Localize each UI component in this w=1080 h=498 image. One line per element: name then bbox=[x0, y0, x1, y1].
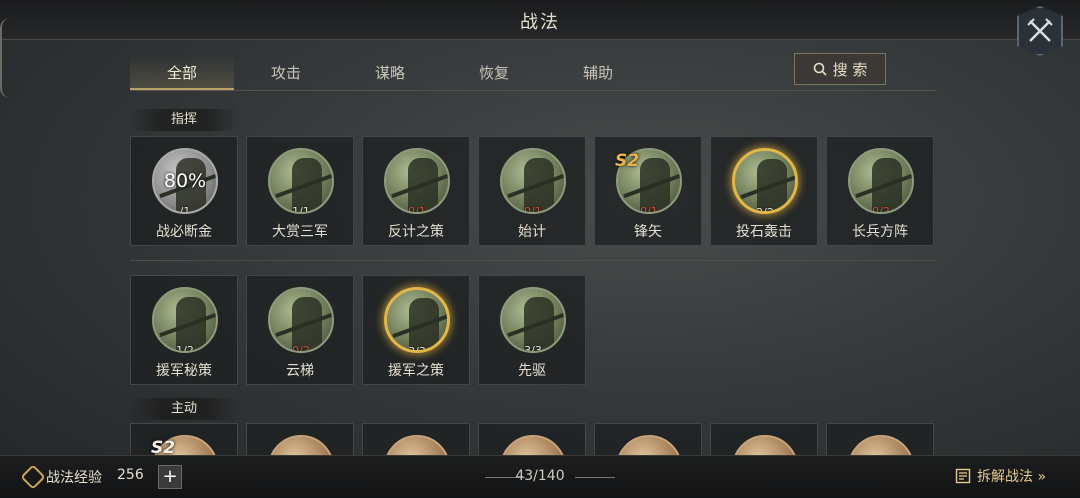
title-bar: 战法 bbox=[0, 0, 1080, 40]
skill-portrait: 0/2 bbox=[268, 287, 334, 353]
skill-portrait: 3/3 bbox=[500, 287, 566, 353]
skill-exp-value: 256 bbox=[117, 467, 144, 483]
page-indicator: 43/140 bbox=[515, 468, 565, 484]
skill-card[interactable]: 0/2 云梯 bbox=[246, 275, 354, 385]
tab-strategy[interactable]: 谋略 bbox=[338, 56, 442, 90]
skill-portrait: 0/2 bbox=[848, 148, 914, 214]
pager-line-right bbox=[575, 477, 615, 478]
skill-count: 1/2 bbox=[176, 344, 194, 353]
dismantle-label: 拆解战法 » bbox=[977, 469, 1047, 485]
skill-card[interactable]: 80% /1 战必断金 bbox=[130, 136, 238, 246]
row-divider bbox=[130, 260, 936, 261]
close-button[interactable] bbox=[1017, 6, 1063, 56]
skill-portrait: 3/3 bbox=[384, 287, 450, 353]
skill-name: 援军秘策 bbox=[156, 363, 212, 379]
list-icon bbox=[955, 468, 971, 484]
search-icon bbox=[813, 62, 827, 76]
skill-name: 援军之策 bbox=[388, 363, 444, 379]
search-label: 搜 索 bbox=[832, 60, 868, 79]
tabs-divider bbox=[130, 90, 936, 91]
skill-name: 锋矢 bbox=[634, 224, 662, 240]
skill-name: 战必断金 bbox=[156, 224, 212, 240]
crossed-swords-icon bbox=[1027, 18, 1053, 42]
skill-portrait: 0/1 bbox=[384, 148, 450, 214]
skill-card[interactable]: 0/1 反计之策 bbox=[362, 136, 470, 246]
tab-recovery[interactable]: 恢复 bbox=[442, 56, 546, 90]
skill-count: 2/2 bbox=[756, 206, 774, 214]
skill-name: 长兵方阵 bbox=[852, 224, 908, 240]
window-title: 战法 bbox=[520, 12, 560, 33]
skill-name: 投石轰击 bbox=[736, 224, 792, 240]
skill-card[interactable]: 1/1 大赏三军 bbox=[246, 136, 354, 246]
skill-count: 3/3 bbox=[524, 344, 542, 353]
skill-name: 反计之策 bbox=[388, 224, 444, 240]
add-exp-button[interactable]: + bbox=[158, 465, 182, 489]
skill-count: 0/2 bbox=[292, 344, 310, 353]
skill-card[interactable]: 0/2 长兵方阵 bbox=[826, 136, 934, 246]
synthesis-progress: 80% bbox=[163, 170, 207, 192]
skill-count: 0/2 bbox=[872, 205, 890, 214]
category-tabs: 全部 攻击 谋略 恢复 辅助 bbox=[130, 56, 670, 92]
skill-count: 0/1 bbox=[408, 205, 426, 214]
skill-card[interactable]: 3/3 先驱 bbox=[478, 275, 586, 385]
tab-all[interactable]: 全部 bbox=[130, 56, 234, 90]
bottom-bar: 战法经验 256 + 43/140 拆解战法 » bbox=[0, 455, 1080, 498]
skill-card[interactable]: 3/3 援军之策 bbox=[362, 275, 470, 385]
skill-card[interactable]: 2/2 投石轰击 bbox=[710, 136, 818, 246]
section-active-label: 主动 bbox=[130, 398, 238, 420]
skill-count: /1 bbox=[179, 205, 191, 214]
skill-portrait: 80% /1 bbox=[152, 148, 218, 214]
skill-exp-icon bbox=[20, 464, 46, 490]
skill-card[interactable]: 0/1 S2 锋矢 bbox=[594, 136, 702, 246]
tab-support[interactable]: 辅助 bbox=[546, 56, 650, 90]
skill-exp-label: 战法经验 bbox=[46, 470, 102, 486]
skill-name: 先驱 bbox=[518, 363, 546, 379]
skill-portrait: 1/2 bbox=[152, 287, 218, 353]
search-button[interactable]: 搜 索 bbox=[794, 53, 886, 85]
skill-name: 大赏三军 bbox=[272, 224, 328, 240]
skill-name: 云梯 bbox=[286, 363, 314, 379]
skill-count: 0/1 bbox=[524, 205, 542, 214]
skill-card[interactable]: 0/1 始计 bbox=[478, 136, 586, 246]
skill-name: 始计 bbox=[518, 224, 546, 240]
skill-card[interactable]: 1/2 援军秘策 bbox=[130, 275, 238, 385]
dismantle-skill-button[interactable]: 拆解战法 » bbox=[955, 466, 1046, 486]
skill-portrait: 1/1 bbox=[268, 148, 334, 214]
skill-count: 3/3 bbox=[408, 345, 426, 353]
skill-portrait: 0/1 bbox=[500, 148, 566, 214]
tab-attack[interactable]: 攻击 bbox=[234, 56, 338, 90]
section-command-label: 指挥 bbox=[130, 109, 238, 131]
skill-count: 1/1 bbox=[292, 205, 310, 214]
season-badge: S2 bbox=[615, 151, 640, 171]
skill-count: 0/1 bbox=[640, 205, 658, 214]
left-rail-decoration bbox=[0, 18, 14, 98]
skill-portrait: 2/2 bbox=[732, 148, 798, 214]
